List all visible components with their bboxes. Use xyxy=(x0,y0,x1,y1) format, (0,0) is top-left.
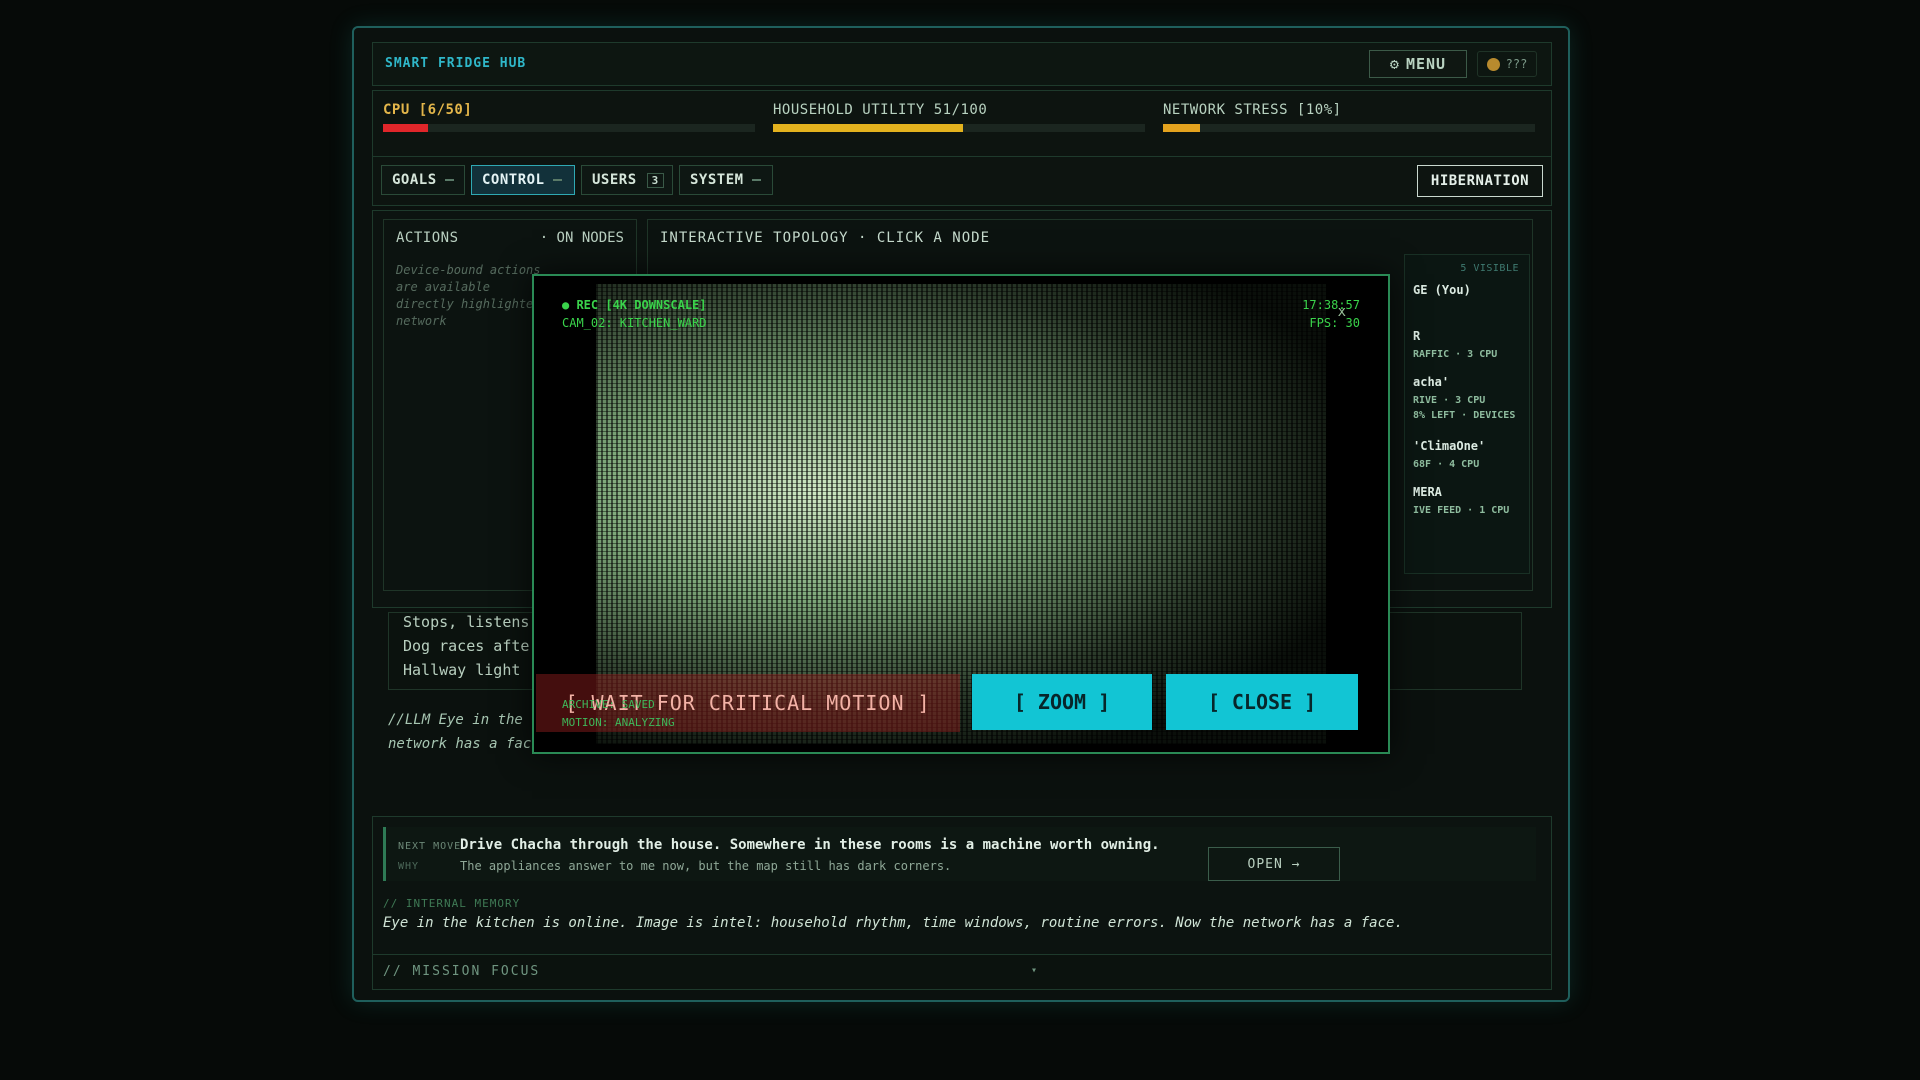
close-icon[interactable]: x xyxy=(1338,304,1346,320)
camera-id: CAM_02: KITCHEN_WARD xyxy=(562,316,707,330)
close-button[interactable]: [ CLOSE ] xyxy=(1166,674,1358,730)
archive-status: ARCHIVE: SAVED xyxy=(562,698,655,711)
camera-fps: FPS: 30 xyxy=(1309,316,1360,330)
camera-time: 17:38:57 xyxy=(1302,298,1360,312)
camera-modal: ● REC [4K DOWNSCALE] CAM_02: KITCHEN_WAR… xyxy=(532,274,1390,754)
motion-status: MOTION: ANALYZING xyxy=(562,716,675,729)
zoom-button[interactable]: [ ZOOM ] xyxy=(972,674,1152,730)
rec-indicator: ● REC [4K DOWNSCALE] xyxy=(562,298,707,312)
